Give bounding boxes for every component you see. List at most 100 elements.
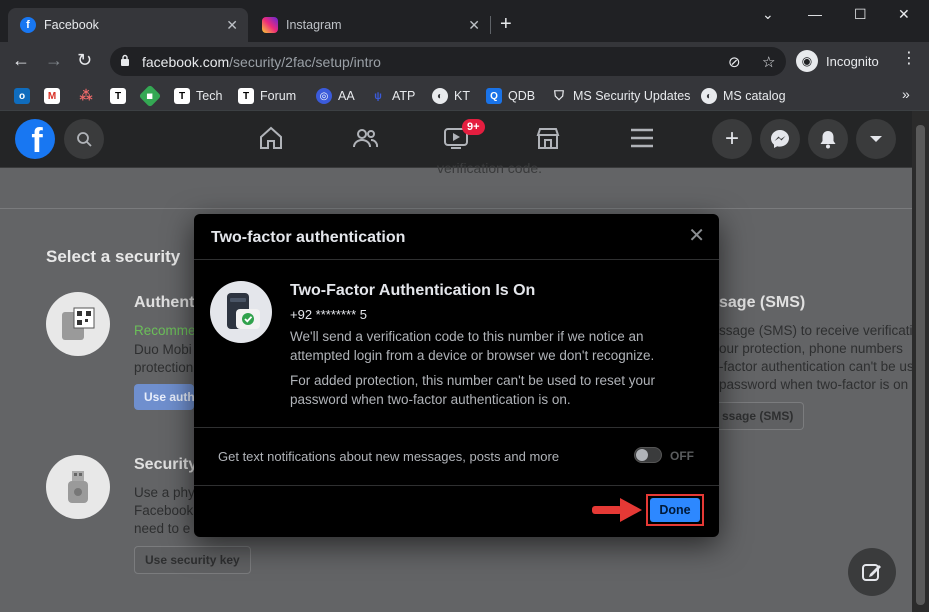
- scrollbar-thumb[interactable]: [916, 125, 925, 605]
- sms-title: sage (SMS): [719, 294, 806, 311]
- bookmark-label: MS Security Updates: [573, 89, 691, 103]
- home-icon[interactable]: [258, 126, 284, 156]
- forward-icon[interactable]: →: [45, 51, 63, 69]
- notifications-bell-icon[interactable]: [808, 119, 848, 159]
- status-heading: Two-Factor Authentication Is On: [290, 282, 536, 299]
- tab-strip: f Facebook ✕ Instagram ✕ + ⌄ — ☐ ✕: [0, 0, 929, 42]
- instagram-favicon-icon: [262, 17, 278, 33]
- security-key-desc-1: Use a phy: [134, 485, 195, 500]
- bookmark-outlook[interactable]: o: [14, 86, 36, 106]
- url-host: facebook.com: [142, 54, 230, 70]
- search-icon[interactable]: [64, 119, 104, 159]
- close-icon[interactable]: ✕: [688, 226, 705, 246]
- sms-desc-3: -factor authentication can't be us: [719, 359, 914, 374]
- bookmark-ms-security[interactable]: ⛉ MS Security Updates: [551, 86, 690, 106]
- outlook-icon: o: [14, 88, 30, 104]
- minimize-icon[interactable]: —: [808, 6, 822, 22]
- incognito-label: Incognito: [826, 53, 879, 69]
- account-chevron-down-icon[interactable]: [856, 119, 896, 159]
- incognito-indicator[interactable]: ◉ Incognito: [796, 48, 879, 74]
- asana-icon: ⁂: [79, 88, 93, 103]
- bookmark-label: QDB: [508, 89, 536, 103]
- done-button-highlight: Done: [646, 494, 704, 526]
- bookmark-ms-catalog[interactable]: ◐ MS catalog: [701, 86, 786, 106]
- browser-menu-icon[interactable]: ⋮: [901, 51, 917, 67]
- incognito-icon: ◉: [796, 50, 818, 72]
- phone-verified-icon: [210, 281, 272, 343]
- bookmark-label: AA: [338, 89, 355, 103]
- tab-search-icon[interactable]: ⌄: [762, 6, 774, 23]
- facebook-logo-icon[interactable]: f: [15, 119, 55, 159]
- bookmarks-bar: o M ⁂ T ◆ T Tech T Forum ◎ AA ψ ATP ◐ KT Q QDB…: [0, 80, 929, 111]
- back-icon[interactable]: ←: [12, 51, 30, 69]
- messenger-icon[interactable]: [760, 119, 800, 159]
- tech-t-icon: T: [110, 88, 126, 104]
- url-path: /security/2fac/setup/intro: [229, 54, 381, 70]
- security-key-title: Security: [134, 456, 198, 473]
- globe-icon: ◐: [432, 88, 448, 104]
- bookmark-label: Tech: [196, 89, 223, 103]
- auth-app-title: Authent: [134, 294, 195, 311]
- create-plus-icon[interactable]: +: [712, 119, 752, 159]
- tab-close-icon[interactable]: ✕: [226, 17, 238, 34]
- bookmark-qdb[interactable]: Q QDB: [486, 86, 535, 106]
- sms-desc-1: ssage (SMS) to receive verificati: [719, 323, 913, 338]
- auth-app-desc-2: protection: [134, 360, 194, 375]
- bookmark-label: Forum: [260, 89, 297, 103]
- marketplace-icon[interactable]: [535, 126, 561, 156]
- done-button[interactable]: Done: [650, 498, 700, 522]
- bookmark-star-icon[interactable]: ☆: [762, 53, 775, 71]
- bookmark-kt[interactable]: ◐ KT: [432, 86, 470, 106]
- verification-explanation: We'll send a verification code to this n…: [290, 329, 655, 363]
- recommended-label: Recomme: [134, 323, 196, 338]
- auth-app-desc-1: Duo Mobi: [134, 342, 192, 357]
- security-key-desc-2: Facebook: [134, 503, 194, 518]
- reload-icon[interactable]: ↻: [77, 51, 92, 69]
- use-sms-button[interactable]: ssage (SMS): [712, 402, 805, 430]
- wolf-icon: ψ: [374, 90, 382, 102]
- green-diamond-icon: ◆: [138, 84, 162, 108]
- text-notifications-label: Get text notifications about new message…: [218, 449, 560, 464]
- tech-t-icon: T: [174, 88, 190, 104]
- bookmark-asana[interactable]: ⁂: [78, 86, 100, 106]
- globe-icon: ◐: [701, 88, 717, 104]
- new-tab-icon[interactable]: +: [500, 14, 512, 34]
- window-close-icon[interactable]: ✕: [898, 6, 910, 23]
- tab-facebook[interactable]: f Facebook ✕: [8, 8, 248, 42]
- security-key-icon: [46, 455, 110, 519]
- q-icon: Q: [486, 88, 502, 104]
- tab-instagram[interactable]: Instagram ✕: [250, 8, 490, 42]
- bookmark-tech[interactable]: T Tech: [174, 86, 222, 106]
- menu-hamburger-icon[interactable]: [629, 126, 655, 156]
- auth-app-qr-icon: [46, 292, 110, 356]
- tracking-blocked-eye-icon[interactable]: ⊘: [728, 53, 741, 71]
- use-auth-app-button[interactable]: Use auth: [134, 384, 194, 410]
- security-key-desc-3: need to e: [134, 521, 191, 536]
- bookmark-gmail[interactable]: M: [44, 86, 66, 106]
- two-factor-dialog: Two-factor authentication ✕ Two-Factor A…: [194, 214, 719, 537]
- tab-title: Instagram: [286, 18, 342, 32]
- bookmark-atp[interactable]: ψ ATP: [370, 86, 415, 106]
- toggle-state-label: OFF: [670, 449, 694, 463]
- use-security-key-button[interactable]: Use security key: [134, 546, 251, 574]
- bookmarks-overflow-icon[interactable]: »: [902, 86, 910, 102]
- dialog-divider: [194, 427, 719, 428]
- friends-icon[interactable]: [352, 126, 379, 156]
- new-message-edit-icon[interactable]: [848, 548, 896, 596]
- address-bar[interactable]: facebook.com/security/2fac/setup/intro ⊘…: [110, 47, 786, 76]
- eye-icon: ◎: [316, 88, 332, 104]
- sms-desc-2: our protection, phone numbers: [719, 341, 903, 356]
- maximize-icon[interactable]: ☐: [854, 6, 867, 23]
- verification-text: verification code.: [437, 160, 543, 176]
- bookmark-tech-t[interactable]: T: [110, 86, 132, 106]
- bookmark-green[interactable]: ◆: [138, 84, 164, 108]
- toggle-knob: [636, 449, 648, 461]
- tab-close-icon[interactable]: ✕: [468, 17, 480, 34]
- text-notifications-toggle[interactable]: [634, 447, 662, 463]
- browser-toolbar: ← → ↻ facebook.com/security/2fac/setup/i…: [0, 42, 929, 80]
- tab-title: Facebook: [44, 18, 99, 32]
- bookmark-forum[interactable]: T Forum: [238, 86, 296, 106]
- shield-icon: ⛉: [554, 88, 564, 103]
- section-divider: [0, 208, 912, 209]
- bookmark-aa[interactable]: ◎ AA: [316, 86, 355, 106]
